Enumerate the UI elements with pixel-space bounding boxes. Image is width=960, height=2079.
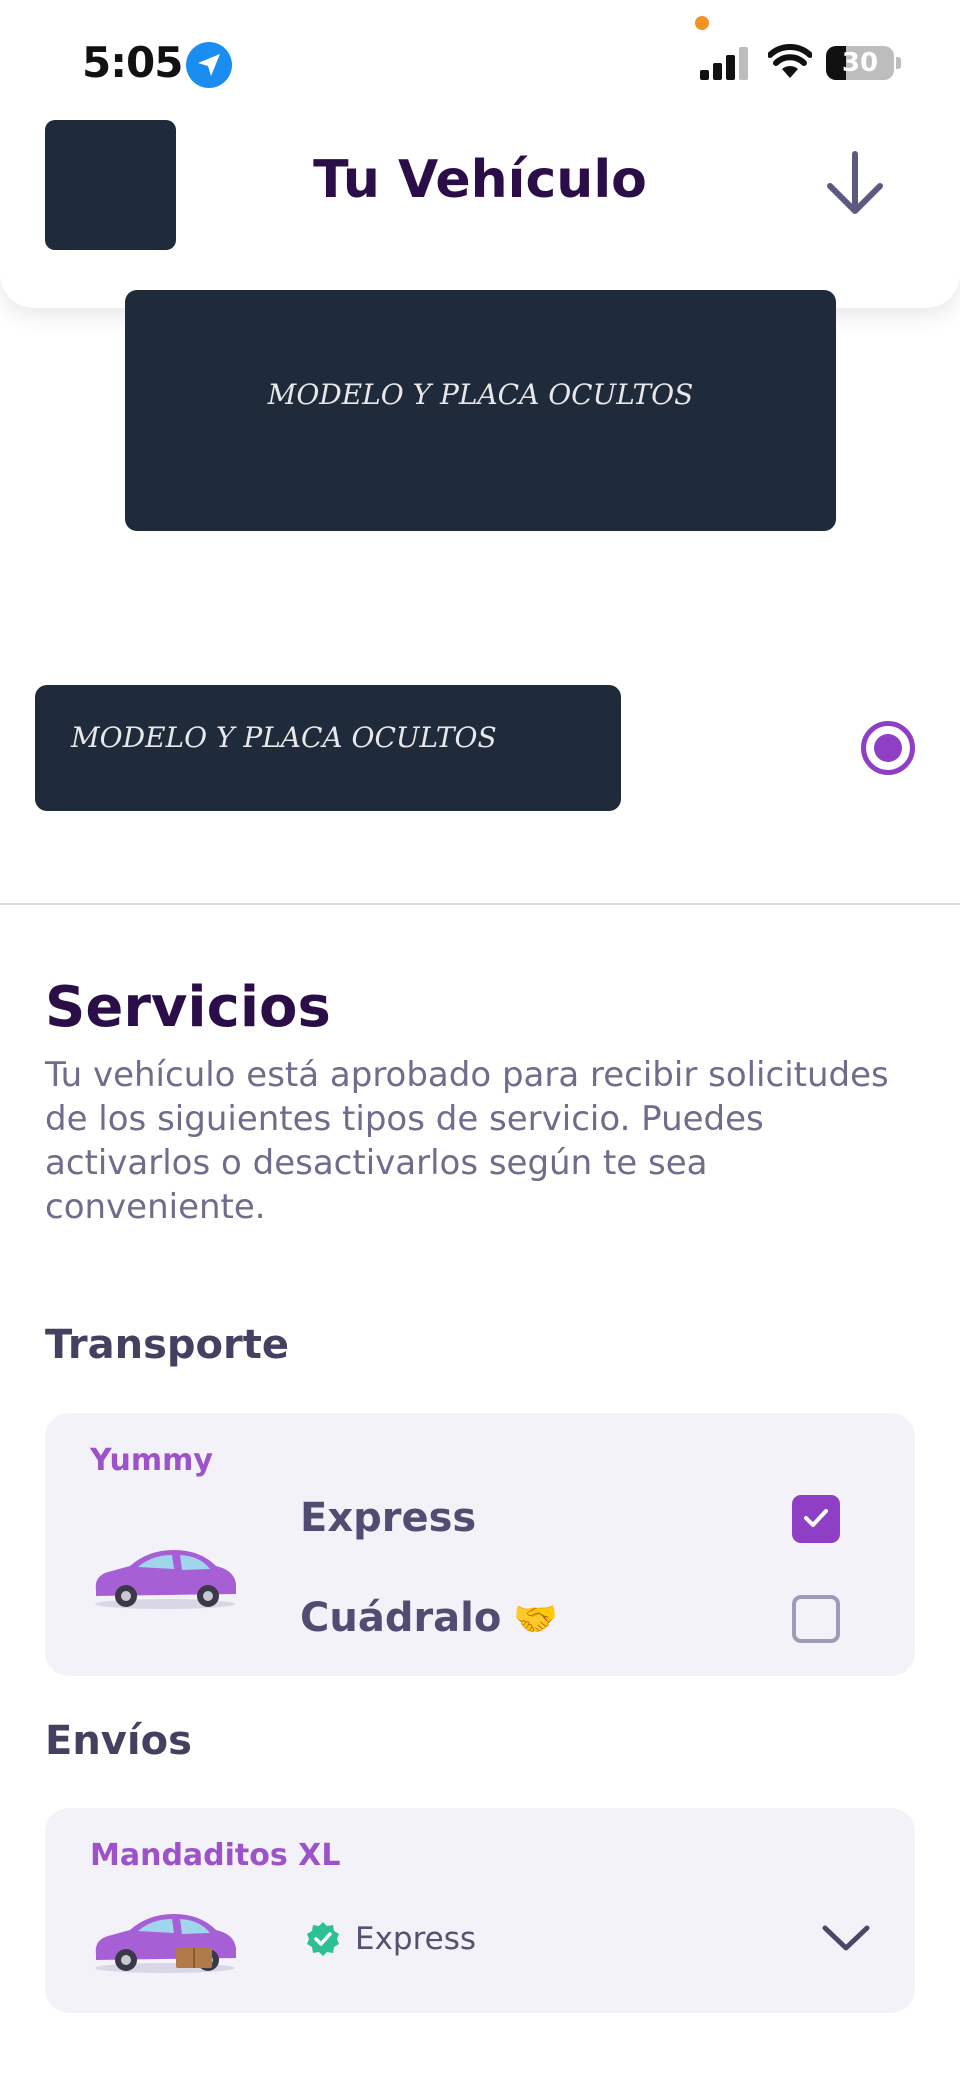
cuadralo-checkbox[interactable]	[792, 1595, 840, 1643]
service-card-envios[interactable]: Mandaditos XL Express	[45, 1808, 915, 2013]
option-cuadralo-label: Cuádralo 🤝	[300, 1595, 558, 1641]
section-divider	[0, 903, 960, 905]
wifi-icon	[767, 44, 813, 84]
express-checkbox[interactable]	[792, 1495, 840, 1543]
vehicle-list-item-label: MODELO Y PLACA OCULTOS	[71, 721, 497, 754]
location-arrow-icon	[186, 42, 232, 88]
handshake-icon: 🤝	[513, 1599, 559, 1640]
services-title: Servicios	[45, 975, 331, 1040]
cellular-signal-icon	[700, 46, 752, 80]
privacy-indicator-dot	[695, 16, 709, 30]
arrow-down-icon[interactable]	[822, 148, 888, 218]
service-brand-label: Yummy	[90, 1443, 213, 1478]
option-express-label: Express	[300, 1495, 477, 1541]
service-card-transporte: Yummy Express Cuádralo 🤝	[45, 1413, 915, 1676]
battery-cap	[896, 57, 901, 69]
car-with-package-icon	[90, 1904, 240, 1976]
vehicle-radio-button[interactable]	[861, 721, 915, 775]
battery-icon: 30	[826, 46, 894, 80]
status-time: 5:05	[82, 38, 183, 87]
selected-vehicle-card: MODELO Y PLACA OCULTOS	[125, 290, 836, 531]
section-label-transporte: Transporte	[45, 1322, 289, 1368]
page-title: Tu Vehículo	[313, 150, 647, 210]
vehicle-list-item[interactable]: MODELO Y PLACA OCULTOS	[35, 685, 621, 811]
vehicle-model-plate: MODELO Y PLACA OCULTOS	[267, 378, 694, 411]
option-cuadralo-text: Cuádralo	[300, 1595, 502, 1641]
status-bar: 5:05 30	[0, 0, 960, 120]
services-description: Tu vehículo está aprobado para recibir s…	[45, 1055, 889, 1227]
chevron-down-icon[interactable]	[820, 1920, 872, 1956]
verified-badge-icon	[305, 1921, 341, 1957]
car-icon	[90, 1540, 240, 1612]
battery-percentage: 30	[841, 48, 879, 78]
service-brand-label: Mandaditos XL	[90, 1838, 341, 1873]
envios-express-label: Express	[355, 1921, 477, 1957]
section-label-envios: Envíos	[45, 1718, 192, 1764]
